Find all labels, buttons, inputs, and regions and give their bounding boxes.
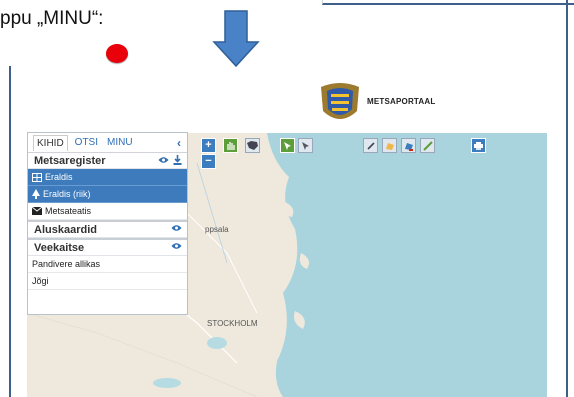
tree-icon bbox=[32, 189, 40, 199]
group-title-label: Aluskaardid bbox=[34, 223, 97, 236]
layer-jogi[interactable]: Jõgi bbox=[28, 273, 187, 290]
printer-icon bbox=[474, 141, 483, 150]
layer-pandivere-allikas[interactable]: Pandivere allikas bbox=[28, 256, 187, 273]
tab-otsi[interactable]: OTSI bbox=[73, 137, 100, 148]
layer-metsateatis[interactable]: Metsateatis bbox=[28, 203, 187, 220]
brand-title: METSAPORTAAL bbox=[367, 97, 436, 106]
layer-label: Pandivere allikas bbox=[32, 259, 101, 269]
grid-icon bbox=[32, 172, 42, 182]
estonia-map-button[interactable] bbox=[245, 138, 260, 153]
eye-icon[interactable] bbox=[158, 156, 169, 164]
eraser-icon bbox=[404, 142, 413, 151]
group-veekaitse[interactable]: Veekaitse bbox=[28, 238, 187, 256]
estonia-outline-icon bbox=[247, 141, 258, 150]
map-label-town: ppsala bbox=[205, 225, 229, 234]
group-title-label: Metsaregister bbox=[34, 154, 106, 167]
layer-label: Eraldis bbox=[45, 172, 73, 182]
tab-kihid[interactable]: KIHID bbox=[33, 134, 68, 151]
draw-area-button[interactable] bbox=[382, 138, 397, 153]
map-label-city: STOCKHOLM bbox=[207, 319, 258, 328]
coat-of-arms-icon bbox=[321, 83, 359, 119]
draw-line-button[interactable] bbox=[363, 138, 378, 153]
tab-minu[interactable]: MINU bbox=[105, 137, 135, 148]
measure-button[interactable] bbox=[420, 138, 435, 153]
hand-tool-button[interactable] bbox=[223, 138, 238, 153]
group-metsaregister[interactable]: Metsaregister bbox=[28, 153, 187, 169]
hand-icon bbox=[227, 142, 235, 150]
group-aluskaardid[interactable]: Aluskaardid bbox=[28, 220, 187, 238]
instruction-caption: ppu „MINU“: bbox=[0, 8, 104, 29]
ruler-icon bbox=[422, 140, 433, 151]
polygon-icon bbox=[385, 142, 394, 150]
group-title-label: Veekaitse bbox=[34, 241, 85, 254]
header-banner: METSAPORTAAL bbox=[27, 75, 547, 130]
print-button[interactable] bbox=[471, 138, 486, 153]
right-frame-top-border bbox=[322, 0, 574, 5]
erase-button[interactable] bbox=[401, 138, 416, 153]
marker-dot-top bbox=[106, 44, 128, 63]
envelope-icon bbox=[32, 207, 42, 215]
layer-eraldis[interactable]: Eraldis bbox=[28, 169, 187, 186]
layer-eraldis-riik[interactable]: Eraldis (riik) bbox=[28, 186, 187, 203]
zoom-in-button[interactable]: + bbox=[201, 138, 216, 153]
right-frame-side-border bbox=[566, 0, 574, 397]
layers-panel: KIHID OTSI MINU ‹ Metsaregister Eraldis … bbox=[27, 132, 188, 315]
layer-label: Metsateatis bbox=[45, 206, 92, 216]
collapse-panel-icon[interactable]: ‹ bbox=[177, 136, 181, 150]
zoom-out-button[interactable]: − bbox=[201, 154, 216, 169]
portal-screenshot: METSAPORTAAL ppsala STOCKHOLM + − KIHID … bbox=[27, 75, 547, 397]
layer-label: Jõgi bbox=[32, 276, 49, 286]
select-tool-button[interactable] bbox=[280, 138, 295, 153]
left-frame-border bbox=[0, 66, 11, 397]
info-cursor-icon bbox=[301, 141, 309, 150]
eye-icon[interactable] bbox=[171, 224, 182, 232]
panel-tabs: KIHID OTSI MINU ‹ bbox=[28, 133, 187, 153]
eye-icon[interactable] bbox=[171, 242, 182, 250]
down-arrow-icon bbox=[212, 10, 260, 68]
pencil-icon bbox=[366, 141, 375, 150]
cursor-icon bbox=[284, 141, 291, 150]
identify-tool-button[interactable] bbox=[298, 138, 313, 153]
download-icon[interactable] bbox=[173, 155, 182, 165]
layer-label: Eraldis (riik) bbox=[43, 189, 91, 199]
